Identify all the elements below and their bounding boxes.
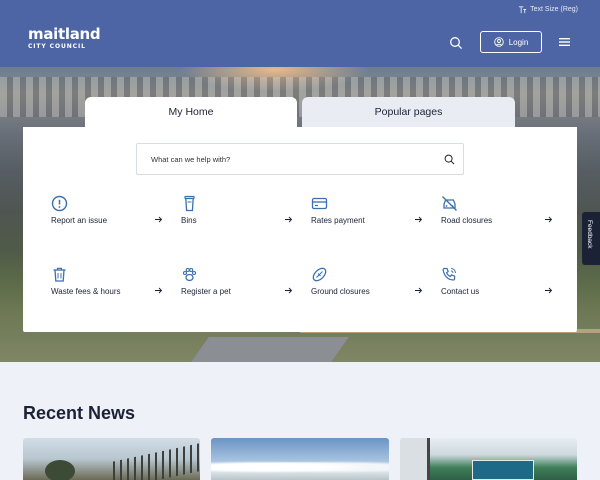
search-icon[interactable] [449, 36, 463, 50]
feedback-label: Feedback [586, 220, 593, 249]
arrow-right-icon [545, 287, 553, 294]
quick-link-label: Waste fees & hours [51, 287, 121, 296]
arrow-right-icon [155, 287, 163, 294]
user-icon [493, 37, 504, 47]
recent-news-heading: Recent News [23, 403, 136, 423]
arrow-right-icon [415, 216, 423, 223]
quick-link-label: Rates payment [311, 216, 365, 225]
logo-subtitle: CITY COUNCIL [28, 43, 86, 50]
quick-link-label: Report an issue [51, 216, 108, 225]
text-size-toggle[interactable]: Text Size (Reg) [518, 5, 578, 14]
quick-link-contact-us[interactable]: Contact us [441, 266, 553, 302]
arrow-right-icon [285, 216, 293, 223]
tab-popular-pages[interactable]: Popular pages [302, 97, 515, 127]
quick-link-ground-closures[interactable]: Ground closures [311, 266, 423, 302]
quick-link-label: Bins [181, 216, 197, 225]
feedback-tab[interactable]: Feedback [582, 212, 600, 265]
site-search [136, 143, 464, 175]
quick-link-label: Ground closures [311, 287, 370, 296]
arrow-right-icon [155, 216, 163, 223]
phone-icon [442, 267, 456, 281]
login-button[interactable]: Login [480, 31, 542, 53]
news-card[interactable] [211, 438, 389, 480]
quick-link-register-pet[interactable]: Register a pet [181, 266, 293, 302]
credit-card-icon [311, 197, 328, 210]
quick-link-bins[interactable]: Bins [181, 195, 293, 231]
paw-icon [182, 267, 197, 282]
cloud-shape [211, 460, 389, 474]
car-off-icon [442, 196, 457, 211]
login-label: Login [508, 37, 529, 47]
arrow-right-icon [545, 216, 553, 223]
council-logo[interactable]: maitland CITY COUNCIL [28, 25, 101, 51]
news-card[interactable] [400, 438, 577, 480]
sign-board [472, 460, 534, 480]
quick-link-label: Register a pet [181, 287, 231, 296]
tab-my-home[interactable]: My Home [85, 97, 297, 127]
search-icon[interactable] [444, 154, 455, 165]
quick-link-label: Contact us [441, 287, 480, 296]
truck-shape [400, 438, 430, 480]
quick-link-label: Road closures [441, 216, 493, 225]
news-card[interactable] [23, 438, 200, 480]
tab-label: My Home [168, 106, 214, 118]
quick-link-rates-payment[interactable]: Rates payment [311, 195, 423, 231]
hamburger-menu-icon[interactable] [559, 37, 570, 47]
tree-shape [45, 460, 75, 480]
quick-link-road-closures[interactable]: Road closures [441, 195, 553, 231]
arrow-right-icon [415, 287, 423, 294]
quick-link-report-issue[interactable]: Report an issue [51, 195, 163, 231]
ball-icon [312, 267, 327, 282]
concrete-path [191, 337, 349, 362]
bridge-railing [113, 442, 200, 480]
quick-link-waste-fees[interactable]: Waste fees & hours [51, 266, 163, 302]
alert-circle-icon [51, 195, 68, 212]
site-header: Text Size (Reg) maitland CITY COUNCIL Lo… [0, 0, 600, 67]
tab-label: Popular pages [374, 106, 443, 118]
bin-icon [184, 195, 195, 212]
arrow-right-icon [285, 287, 293, 294]
trash-icon [53, 267, 66, 282]
text-size-label: Text Size (Reg) [530, 6, 578, 13]
search-input[interactable] [137, 144, 427, 174]
logo-wordmark: maitland [28, 25, 101, 43]
text-size-icon [519, 6, 527, 14]
